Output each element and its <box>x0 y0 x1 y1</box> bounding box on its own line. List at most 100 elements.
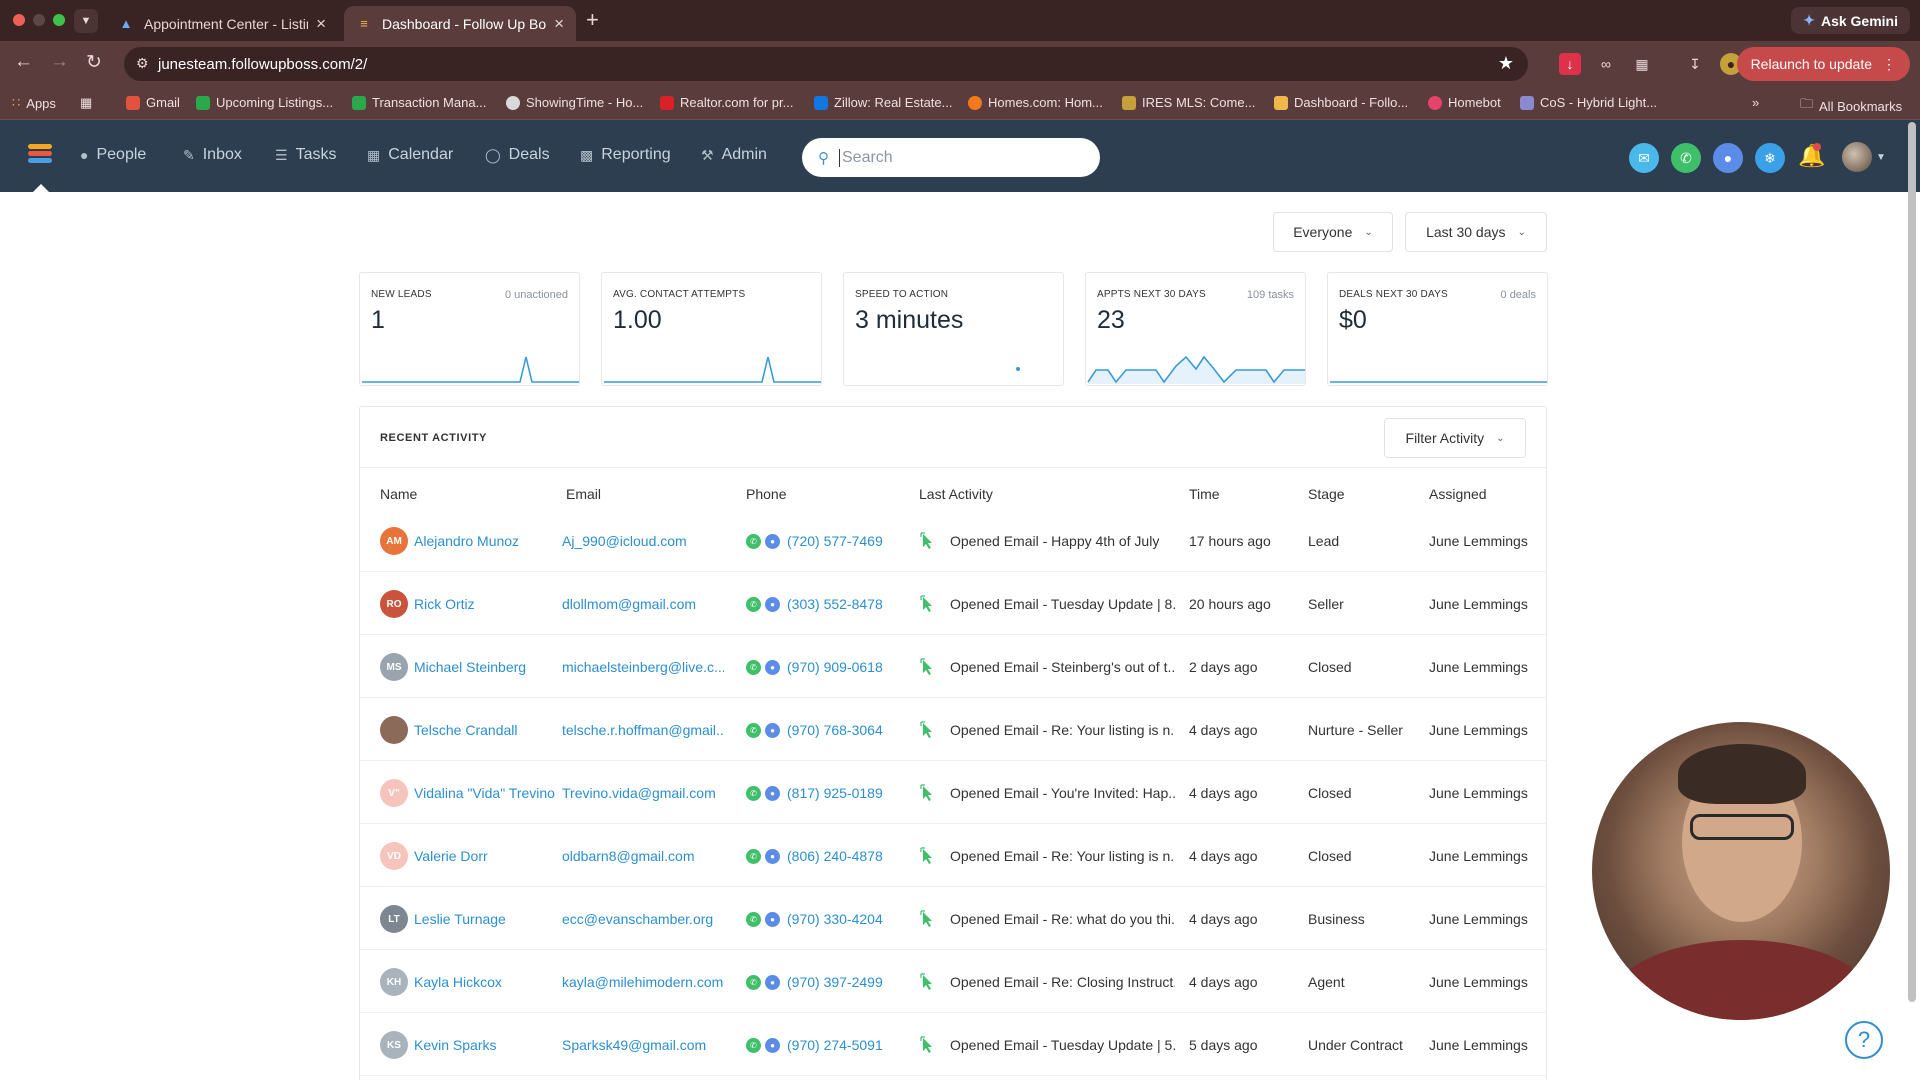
help-button[interactable]: ? <box>1845 1021 1883 1059</box>
column-header-name[interactable]: Name <box>380 486 417 502</box>
avatar[interactable]: RO <box>380 590 408 618</box>
nav-calendar[interactable]: ▦ Calendar <box>367 146 453 164</box>
bookmark-homes[interactable]: Homes.com: Hom... <box>968 95 1103 110</box>
table-row[interactable]: LT Leslie Turnage ecc@evanschamber.org ✆ ● (9… <box>360 887 1546 950</box>
phone-icon[interactable]: ✆ <box>746 975 761 990</box>
tab-search-button[interactable]: ▼ <box>74 9 98 33</box>
phone-link[interactable]: (970) 397-2499 <box>787 974 883 990</box>
card-speed-to-action[interactable]: SPEED TO ACTION 3 minutes <box>843 272 1064 386</box>
nav-admin[interactable]: ⚒ Admin <box>701 146 767 164</box>
page-scrollbar[interactable] <box>1908 122 1916 1002</box>
tab-appointment-center[interactable]: ▲ Appointment Center - Listing × <box>106 6 338 41</box>
person-name-link[interactable]: Valerie Dorr <box>414 848 488 864</box>
close-tab-icon[interactable]: × <box>316 14 326 34</box>
phone-icon[interactable]: ✆ <box>1671 143 1701 173</box>
ask-gemini-button[interactable]: ✦ Ask Gemini <box>1791 7 1910 34</box>
nav-reporting[interactable]: ▩ Reporting <box>580 146 671 164</box>
extension-red-icon[interactable]: ↓ <box>1559 53 1581 75</box>
phone-link[interactable]: (970) 909-0618 <box>787 659 883 675</box>
phone-icon[interactable]: ✆ <box>746 849 761 864</box>
person-name-link[interactable]: Leslie Turnage <box>414 911 506 927</box>
bookmark-ires[interactable]: IRES MLS: Come... <box>1122 95 1255 110</box>
email-link[interactable]: telsche.r.hoffman@gmail.... <box>562 722 724 738</box>
chat-icon[interactable]: ● <box>1713 143 1743 173</box>
email-icon[interactable]: ✉ <box>1629 143 1659 173</box>
email-link[interactable]: Sparksk49@gmail.com <box>562 1037 724 1053</box>
minimize-window-button[interactable] <box>33 14 45 26</box>
avatar[interactable] <box>380 716 408 744</box>
phone-link[interactable]: (970) 274-5091 <box>787 1037 883 1053</box>
table-row[interactable]: MS Michael Steinberg michaelsteinberg@live… <box>360 635 1546 698</box>
forward-arrow-icon[interactable]: → <box>50 51 69 73</box>
avatar[interactable]: AM <box>380 527 408 555</box>
bookmark-cos[interactable]: CoS - Hybrid Light... <box>1520 95 1657 110</box>
person-name-link[interactable]: Vidalina "Vida" Trevino <box>414 785 555 801</box>
person-name-link[interactable]: Telsche Crandall <box>414 722 518 738</box>
extensions-puzzle-icon[interactable]: ▦ <box>1631 53 1653 75</box>
phone-icon[interactable]: ✆ <box>746 786 761 801</box>
column-header-phone[interactable]: Phone <box>746 486 786 502</box>
search-input[interactable] <box>839 148 1069 167</box>
nav-deals[interactable]: ◯ Deals <box>485 146 550 164</box>
download-icon[interactable]: ↧ <box>1684 53 1706 75</box>
card-appts-next-30-days[interactable]: APPTS NEXT 30 DAYS 109 tasks 23 <box>1085 272 1306 386</box>
table-row[interactable]: AM Alejandro Munoz Aj_990@icloud.com ✆ ● (720… <box>360 509 1546 572</box>
phone-link[interactable]: (970) 330-4204 <box>787 911 883 927</box>
phone-icon[interactable]: ✆ <box>746 723 761 738</box>
text-message-icon[interactable]: ● <box>765 912 780 927</box>
column-header-stage[interactable]: Stage <box>1308 486 1345 502</box>
bookmark-grid[interactable]: ▦ <box>80 95 92 111</box>
site-settings-icon[interactable]: ⚙ <box>136 55 149 72</box>
phone-link[interactable]: (970) 768-3064 <box>787 722 883 738</box>
phone-link[interactable]: (817) 925-0189 <box>787 785 883 801</box>
email-link[interactable]: oldbarn8@gmail.com <box>562 848 724 864</box>
avatar[interactable]: KH <box>380 968 408 996</box>
phone-icon[interactable]: ✆ <box>746 1038 761 1053</box>
followupboss-logo[interactable] <box>28 144 52 168</box>
reload-icon[interactable]: ↻ <box>86 51 102 74</box>
table-row[interactable]: Telsche Crandall telsche.r.hoffman@gmail.… <box>360 698 1546 761</box>
bookmark-showingtime[interactable]: ShowingTime - Ho... <box>506 95 643 110</box>
bookmark-realtor[interactable]: Realtor.com for pr... <box>660 95 793 110</box>
avatar[interactable]: MS <box>380 653 408 681</box>
bookmark-apps[interactable]: ∷ Apps <box>12 95 56 111</box>
notification-bell-icon[interactable]: 🔔 <box>1798 143 1825 169</box>
person-name-link[interactable]: Rick Ortiz <box>414 596 475 612</box>
dialer-icon[interactable]: ❄ <box>1755 143 1785 173</box>
table-row[interactable]: RO Rick Ortiz dlollmom@gmail.com ✆ ● (303) 55… <box>360 572 1546 635</box>
close-tab-icon[interactable]: × <box>554 14 564 34</box>
nav-inbox[interactable]: ✎ Inbox <box>183 146 242 164</box>
email-link[interactable]: Trevino.vida@gmail.com <box>562 785 724 801</box>
close-window-button[interactable] <box>13 14 25 26</box>
column-header-assigned[interactable]: Assigned <box>1429 486 1487 502</box>
nav-people[interactable]: ● People <box>80 146 146 164</box>
bookmark-upcoming-listings[interactable]: Upcoming Listings... <box>196 95 333 110</box>
phone-link[interactable]: (806) 240-4878 <box>787 848 883 864</box>
email-link[interactable]: Aj_990@icloud.com <box>562 533 724 549</box>
phone-icon[interactable]: ✆ <box>746 597 761 612</box>
bookmark-transaction[interactable]: Transaction Mana... <box>352 95 486 110</box>
text-message-icon[interactable]: ● <box>765 786 780 801</box>
all-bookmarks-button[interactable]: 🗀 All Bookmarks <box>1800 95 1902 117</box>
text-message-icon[interactable]: ● <box>765 1038 780 1053</box>
phone-link[interactable]: (720) 577-7469 <box>787 533 883 549</box>
relaunch-button[interactable]: Relaunch to update ⋮ <box>1736 47 1910 81</box>
column-header-last-activity[interactable]: Last Activity <box>919 486 993 502</box>
phone-link[interactable]: (303) 552-8478 <box>787 596 883 612</box>
address-bar[interactable]: ⚙ junesteam.followupboss.com/2/ ★ <box>124 47 1528 81</box>
table-row[interactable]: KS Kevin Sparks Sparksk49@gmail.com ✆ ● (970)… <box>360 1013 1546 1076</box>
avatar[interactable]: V" <box>380 779 408 807</box>
table-row[interactable]: V" Vidalina "Vida" Trevino Trevino.vida@gm… <box>360 761 1546 824</box>
person-name-link[interactable]: Kevin Sparks <box>414 1037 496 1053</box>
new-tab-button[interactable]: + <box>586 9 599 31</box>
card-deals-next-30-days[interactable]: DEALS NEXT 30 DAYS 0 deals $0 <box>1327 272 1548 386</box>
card-new-leads[interactable]: NEW LEADS 0 unactioned 1 <box>359 272 580 386</box>
table-row[interactable]: VD Valerie Dorr oldbarn8@gmail.com ✆ ● (806) … <box>360 824 1546 887</box>
back-arrow-icon[interactable]: ← <box>14 51 33 73</box>
email-link[interactable]: dlollmom@gmail.com <box>562 596 724 612</box>
text-message-icon[interactable]: ● <box>765 597 780 612</box>
column-header-email[interactable]: Email <box>566 486 601 502</box>
table-row[interactable]: KH Kayla Hickcox kayla@milehimodern.com ✆ ● (… <box>360 950 1546 1013</box>
avatar[interactable]: LT <box>380 905 408 933</box>
person-name-link[interactable]: Alejandro Munoz <box>414 533 519 549</box>
